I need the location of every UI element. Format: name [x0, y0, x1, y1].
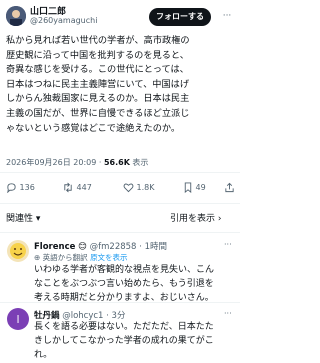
views-label: 表示: [129, 158, 149, 167]
repost-count: 447: [76, 183, 92, 192]
reply-author-handle[interactable]: @fm22858 · 1時間: [90, 242, 167, 252]
reply-body: いわゆる学者が客観的な視点を見失い、こん なことをぶつぶつ言い始めたら、もう引退…: [34, 263, 236, 306]
view-quotes-link[interactable]: 引用を表示 ›: [170, 211, 221, 224]
post-timestamp[interactable]: 2026年09月26日 20:09 ·: [6, 158, 104, 167]
like-action[interactable]: 1.8K: [123, 180, 155, 196]
share-action[interactable]: [224, 180, 235, 196]
share-icon: [225, 182, 234, 193]
like-count: 1.8K: [136, 183, 155, 192]
reply-item[interactable]: l 牡丹鍋 @lohcyc1 · 3分 ··· 長くを語る必要はない。ただただ、…: [0, 304, 240, 363]
post-text-line: 主義の国だが、世界に自慢できるほど立派じ: [6, 107, 190, 119]
views-count: 56.6K: [103, 158, 130, 167]
bookmark-icon: [184, 182, 192, 194]
reply-text-line: れ。: [34, 350, 53, 361]
divider: [0, 232, 240, 233]
translation-notice: ⊕ 英語から翻訳 原文を表示: [34, 252, 128, 263]
reply-count: 136: [19, 183, 35, 192]
reply-text-line: 長くを語る必要はない。ただただ、日本たた: [34, 322, 214, 332]
post-text-line: 私から見れば若い世代の学者が、高市政権の: [6, 35, 190, 46]
reply-author-name[interactable]: Florence: [34, 242, 75, 252]
globe-icon: ⊕: [34, 253, 43, 262]
action-bar: 136 447 1.8K 49: [0, 178, 240, 198]
heart-icon: [123, 183, 134, 193]
more-options-icon[interactable]: ···: [219, 10, 235, 24]
post-text-line: 日本はつねに民主主義陣営にいて、中国はげ: [6, 78, 190, 90]
divider: [0, 203, 240, 204]
translated-from-label: 英語から翻訳: [42, 253, 91, 262]
avatar[interactable]: [6, 6, 26, 26]
more-options-icon[interactable]: ···: [224, 240, 232, 249]
reply-icon: [7, 183, 16, 194]
reply-body: 長くを語る必要はない。ただただ、日本たた きしかしてこなかった学者の成れの果てが…: [34, 320, 236, 363]
follow-button[interactable]: フォローする: [149, 8, 211, 26]
sort-bar: 関連性 ▾ 引用を表示 ›: [0, 208, 240, 230]
reply-header: Florence 😊 @fm22858 · 1時間: [34, 240, 167, 252]
reply-item[interactable]: Florence 😊 @fm22858 · 1時間 ··· ⊕ 英語から翻訳 原…: [0, 236, 240, 303]
reply-action[interactable]: 136: [6, 180, 35, 196]
more-options-icon[interactable]: ···: [224, 309, 232, 318]
bookmark-action[interactable]: 49: [183, 180, 206, 196]
reply-text-line: きしかしてこなかった学者の成れの果てがこ: [34, 336, 214, 347]
post-body: 私から見れば若い世代の学者が、高市政権の 歴史観に沿って中国を批判するのを見ると…: [6, 34, 236, 136]
post-text-line: ゃないという感覚はどこで途絶えたのか。: [6, 122, 181, 134]
emoji-badge: 😊: [78, 242, 87, 252]
divider: [0, 172, 240, 173]
post-meta: 2026年09月26日 20:09 · 56.6K 表示: [6, 157, 148, 168]
avatar[interactable]: l: [7, 308, 29, 330]
avatar[interactable]: [7, 240, 29, 262]
post-text-line: 歴史観に沿って中国を批判するのを見ると、: [6, 49, 189, 61]
sort-relevance-dropdown[interactable]: 関連性 ▾: [6, 211, 40, 224]
divider: [0, 302, 240, 303]
post-text-line: しからん独裁国家に見えるのか。日本は民主: [6, 93, 190, 105]
bookmark-count: 49: [195, 183, 206, 192]
repost-icon: [64, 182, 72, 193]
svg-text:l: l: [16, 313, 19, 326]
repost-action[interactable]: 447: [62, 180, 92, 196]
reply-text-line: いわゆる学者が客観的な視点を見失い、こん: [34, 265, 215, 275]
post-text-line: 奇異な感じを受ける。この世代にとっては、: [6, 64, 189, 76]
author-handle[interactable]: @260yamaguchi: [30, 16, 97, 25]
post-header: 山口二郎 @260yamaguchi フォローする ···: [0, 0, 240, 30]
show-original-link[interactable]: 原文を表示: [90, 253, 128, 262]
reply-text-line: なことをぶつぶつ言い始めたら、もう引退を: [34, 279, 214, 290]
